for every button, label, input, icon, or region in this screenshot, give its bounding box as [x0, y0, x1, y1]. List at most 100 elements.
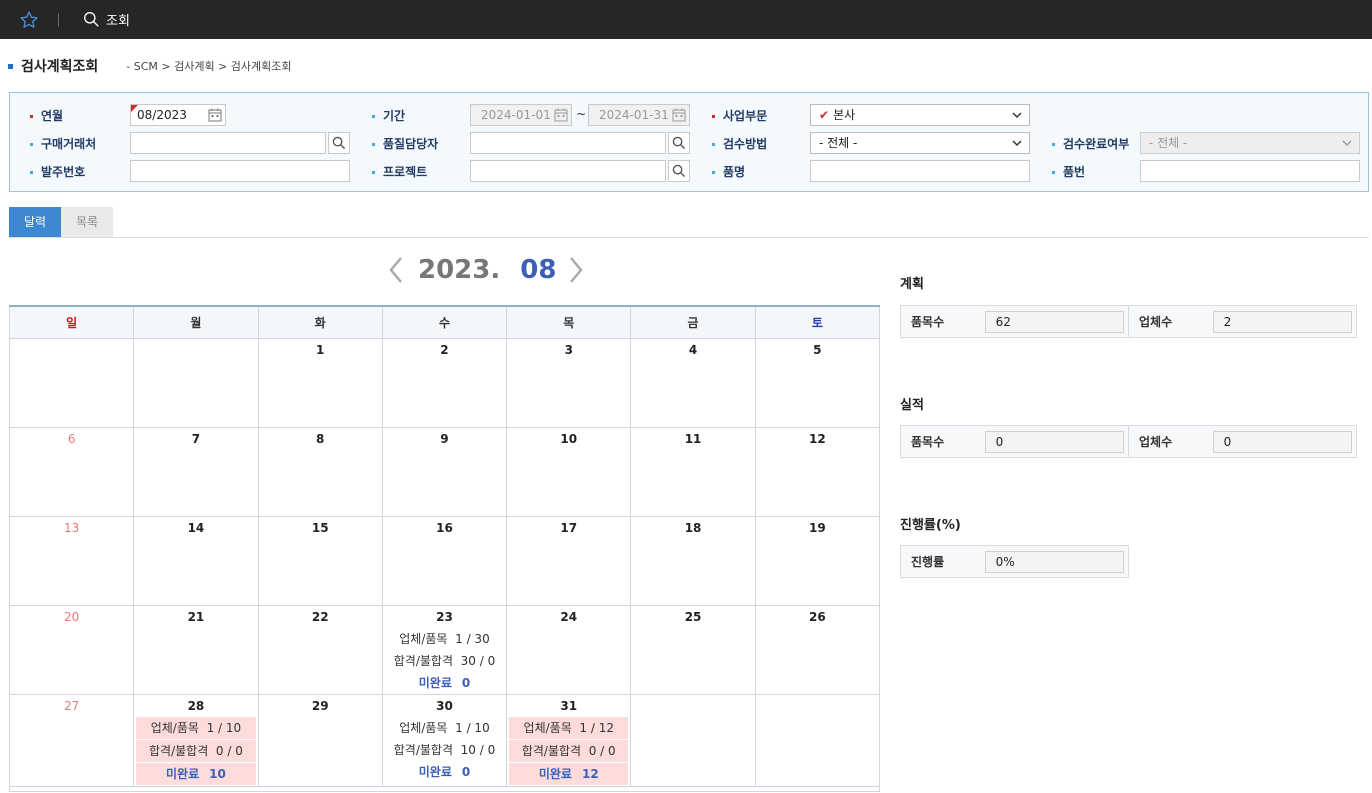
period-label: 기간 [372, 105, 405, 127]
day-number: 3 [564, 342, 573, 357]
day-number: 4 [688, 342, 698, 357]
item-name-input[interactable] [810, 160, 1030, 182]
calendar-day-with-event[interactable]: 28 업체/품목 1 / 10 합격/불합격 0 / 0 미완료 10 [133, 693, 259, 787]
calendar-day[interactable]: 12 [754, 426, 881, 517]
day-number: 14 [187, 520, 205, 535]
calendar-day-empty [754, 693, 881, 787]
actual-vendors-value: 0 [1212, 430, 1352, 453]
period-separator: ~ [576, 107, 587, 121]
qc-person-search-button[interactable] [668, 132, 690, 154]
qc-person-input[interactable] [470, 132, 666, 154]
calendar-day-with-event[interactable]: 23 업체/품목 1 / 30 합격/불합격 30 / 0 미완료 0 [381, 604, 508, 695]
title-marker-icon [8, 63, 13, 69]
calendar-day[interactable]: 15 [257, 515, 383, 606]
calendar-day[interactable]: 13 [8, 515, 135, 606]
complete-select[interactable]: - 전체 - [1140, 132, 1360, 154]
chevron-left-icon[interactable] [388, 256, 404, 284]
favorite-star-icon[interactable] [0, 0, 58, 39]
vendor-search-button[interactable] [328, 132, 350, 154]
plan-vendors-label: 업체수 [1139, 315, 1173, 329]
vendor-input[interactable] [130, 132, 326, 154]
calendar-day[interactable]: 24 [506, 604, 632, 695]
day-number: 9 [440, 431, 449, 446]
calendar-day[interactable]: 9 [381, 426, 508, 517]
calendar-day[interactable]: 17 [506, 515, 632, 606]
weekday-fri: 금 [630, 305, 756, 339]
progress-summary: 진행률 0% [900, 545, 1129, 578]
search-button[interactable]: 조회 [83, 10, 130, 29]
calendar-day-empty [133, 337, 259, 428]
po-input[interactable] [130, 160, 350, 182]
yearmonth-label: 연월 [30, 105, 63, 127]
yearmonth-input[interactable]: 08/2023 [130, 104, 226, 126]
day-number: 8 [316, 431, 325, 446]
day-number: 12 [808, 431, 826, 446]
day-number: 1 [316, 342, 325, 357]
plan-summary: 품목수 62 업체수 2 [900, 305, 1357, 338]
weekday-wed: 수 [381, 305, 508, 339]
search-icon [84, 12, 99, 27]
complete-label: 검수완료여부 [1052, 133, 1129, 155]
calendar-icon[interactable] [208, 108, 222, 122]
calendar-day[interactable]: 16 [381, 515, 508, 606]
chevron-down-icon [1342, 140, 1352, 147]
calendar-day[interactable]: 18 [630, 515, 756, 606]
calendar-day[interactable]: 22 [257, 604, 383, 695]
plan-items-label: 품목수 [911, 315, 945, 329]
project-search-button[interactable] [668, 160, 690, 182]
calendar-day[interactable]: 2 [381, 337, 508, 428]
day-number: 6 [67, 431, 76, 446]
tab-list[interactable]: 목록 [61, 207, 113, 237]
day-number: 13 [64, 520, 80, 535]
day-number: 28 [187, 698, 205, 713]
actual-section-title: 실적 [900, 398, 924, 413]
calendar-day[interactable]: 29 [257, 693, 383, 787]
calendar-day[interactable]: 19 [754, 515, 881, 606]
incomplete-line[interactable]: 미완료 0 [383, 761, 506, 783]
calendar-day[interactable]: 6 [8, 426, 135, 517]
project-input[interactable] [470, 160, 666, 182]
calendar-day-with-event[interactable]: 31 업체/품목 1 / 12 합격/불합격 0 / 0 미완료 12 [506, 693, 632, 787]
calendar-day[interactable]: 26 [754, 604, 881, 695]
weekday-tue: 화 [257, 305, 383, 339]
item-no-input[interactable] [1140, 160, 1360, 182]
weekday-mon: 월 [133, 305, 259, 339]
plan-vendors-value: 2 [1212, 310, 1352, 333]
pass-fail-line: 합격/불합격 30 / 0 [393, 653, 496, 668]
calendar-day[interactable]: 5 [754, 337, 881, 428]
calendar-day[interactable]: 8 [257, 426, 383, 517]
calendar-day[interactable]: 10 [506, 426, 632, 517]
calendar-day[interactable]: 27 [8, 693, 135, 787]
calendar-day-with-event[interactable]: 30 업체/품목 1 / 10 합격/불합격 10 / 0 미완료 0 [381, 693, 508, 787]
day-number: 19 [808, 520, 826, 535]
day-number: 18 [684, 520, 702, 535]
calendar-day[interactable]: 3 [506, 337, 632, 428]
incomplete-line[interactable]: 미완료 0 [383, 672, 506, 694]
calendar-day[interactable]: 1 [257, 337, 383, 428]
calendar-day[interactable]: 11 [630, 426, 756, 517]
item-no-label: 품번 [1052, 161, 1085, 183]
search-icon [332, 136, 346, 150]
tab-calendar[interactable]: 달력 [9, 207, 61, 237]
pass-fail-line: 합격/불합격 0 / 0 [136, 739, 256, 762]
period-to-input[interactable]: 2024-01-31 [588, 104, 690, 126]
tab-divider [9, 237, 1369, 238]
period-from-input[interactable]: 2024-01-01 [470, 104, 572, 126]
division-select[interactable]: ✔ 본사 [810, 104, 1030, 126]
calendar-day[interactable]: 21 [133, 604, 259, 695]
method-select[interactable]: - 전체 - [810, 132, 1030, 154]
calendar-day[interactable]: 20 [8, 604, 135, 695]
calendar-day[interactable]: 14 [133, 515, 259, 606]
search-button-label: 조회 [106, 14, 130, 29]
calendar-icon[interactable] [672, 108, 686, 122]
day-number: 16 [436, 520, 453, 535]
toolbar-divider [58, 12, 59, 27]
calendar-day[interactable]: 4 [630, 337, 756, 428]
calendar-day[interactable]: 25 [630, 604, 756, 695]
chevron-right-icon[interactable] [568, 256, 584, 284]
day-number: 25 [684, 609, 702, 624]
day-number: 5 [813, 342, 822, 357]
calendar-month: 08 [520, 255, 557, 285]
calendar-day[interactable]: 7 [133, 426, 259, 517]
calendar-icon[interactable] [554, 108, 568, 122]
